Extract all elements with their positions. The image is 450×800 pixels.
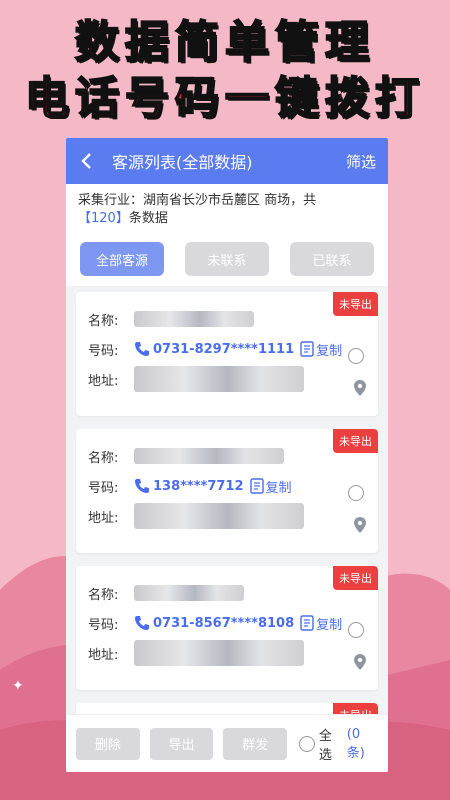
phone-number[interactable]: 0731-8567****8108 [153,616,294,631]
address-redacted [134,366,304,392]
name-redacted [134,311,254,327]
number-label: 号码: [88,480,119,496]
sparkle-icon: ✦ [12,678,24,694]
address-label: 地址: [88,510,119,526]
select-radio[interactable] [348,622,364,638]
page-title: 客源列表(全部数据) [112,153,253,172]
promo-headline-1: 数据简单管理 [74,16,375,69]
copy-label: 复制 [316,617,343,633]
select-all-radio[interactable] [298,735,315,752]
copy-icon [249,478,264,494]
customer-card[interactable]: 未导出 名称: 号码: 138****7712 复制 地址: [76,429,378,553]
location-pin-icon[interactable] [354,654,366,670]
copy-icon [300,341,314,357]
status-badge: 未导出 [333,292,378,316]
promo-headline-2: 电话号码一键拨打 [24,72,425,125]
customer-card[interactable]: 未导出 名称: 号码: 0731-8297****1111 复制 地址: [76,292,378,416]
back-button[interactable] [66,152,106,170]
phone-icon[interactable] [134,615,150,631]
status-badge: 未导出 [333,566,378,590]
copy-button[interactable]: 复制 [249,477,292,496]
name-redacted [134,585,244,601]
select-all[interactable]: 全选 (0条) [298,725,378,763]
filter-tabs: 全部客源 未联系 已联系 [66,238,388,286]
customer-card[interactable]: 未导出 名称: 号码: 0731-8567****8108 复制 地址: [76,566,378,690]
customer-list: 未导出 名称: 号码: 0731-8297****1111 复制 地址: 未导出… [66,286,388,733]
copy-label: 复制 [316,343,343,359]
chevron-left-icon [81,153,91,169]
phone-screen: 客源列表(全部数据) 筛选 采集行业：湖南省长沙市岳麓区 商场，共 【120】条… [66,138,388,772]
name-redacted [134,448,284,464]
selected-count: (0条) [346,726,365,761]
status-badge: 未导出 [333,429,378,453]
select-radio[interactable] [348,348,364,364]
address-label: 地址: [88,373,119,389]
select-radio[interactable] [348,485,364,501]
phone-icon[interactable] [134,478,150,494]
top-bar: 客源列表(全部数据) 筛选 [66,138,388,184]
name-label: 名称: [88,313,119,329]
copy-icon [300,615,314,631]
collection-info: 采集行业：湖南省长沙市岳麓区 商场，共 【120】条数据 [66,184,388,238]
copy-label: 复制 [265,480,292,496]
number-label: 号码: [88,617,119,633]
delete-button[interactable]: 删除 [76,727,140,760]
address-label: 地址: [88,647,119,663]
info-prefix: 采集行业：湖南省长沙市岳麓区 商场，共 [78,193,317,208]
copy-button[interactable]: 复制 [300,340,342,359]
tab-contacted[interactable]: 已联系 [290,242,374,276]
number-label: 号码: [88,343,119,359]
name-label: 名称: [88,587,119,603]
bottom-action-bar: 删除 导出 群发 全选 (0条) [66,714,388,772]
address-redacted [134,503,304,529]
tab-uncontacted[interactable]: 未联系 [185,242,269,276]
info-suffix: 条数据 [128,211,168,226]
name-label: 名称: [88,450,119,466]
filter-button[interactable]: 筛选 [346,151,376,172]
tab-all[interactable]: 全部客源 [80,242,164,276]
phone-icon[interactable] [134,341,150,357]
info-count: 【120】 [78,211,129,226]
broadcast-button[interactable]: 群发 [223,727,287,760]
phone-number[interactable]: 138****7712 [153,479,244,494]
copy-button[interactable]: 复制 [300,614,342,633]
phone-number[interactable]: 0731-8297****1111 [153,342,294,357]
location-pin-icon[interactable] [354,380,366,396]
address-redacted [134,640,304,666]
location-pin-icon[interactable] [354,517,366,533]
export-button[interactable]: 导出 [149,727,214,760]
select-all-label: 全选 [318,728,332,763]
